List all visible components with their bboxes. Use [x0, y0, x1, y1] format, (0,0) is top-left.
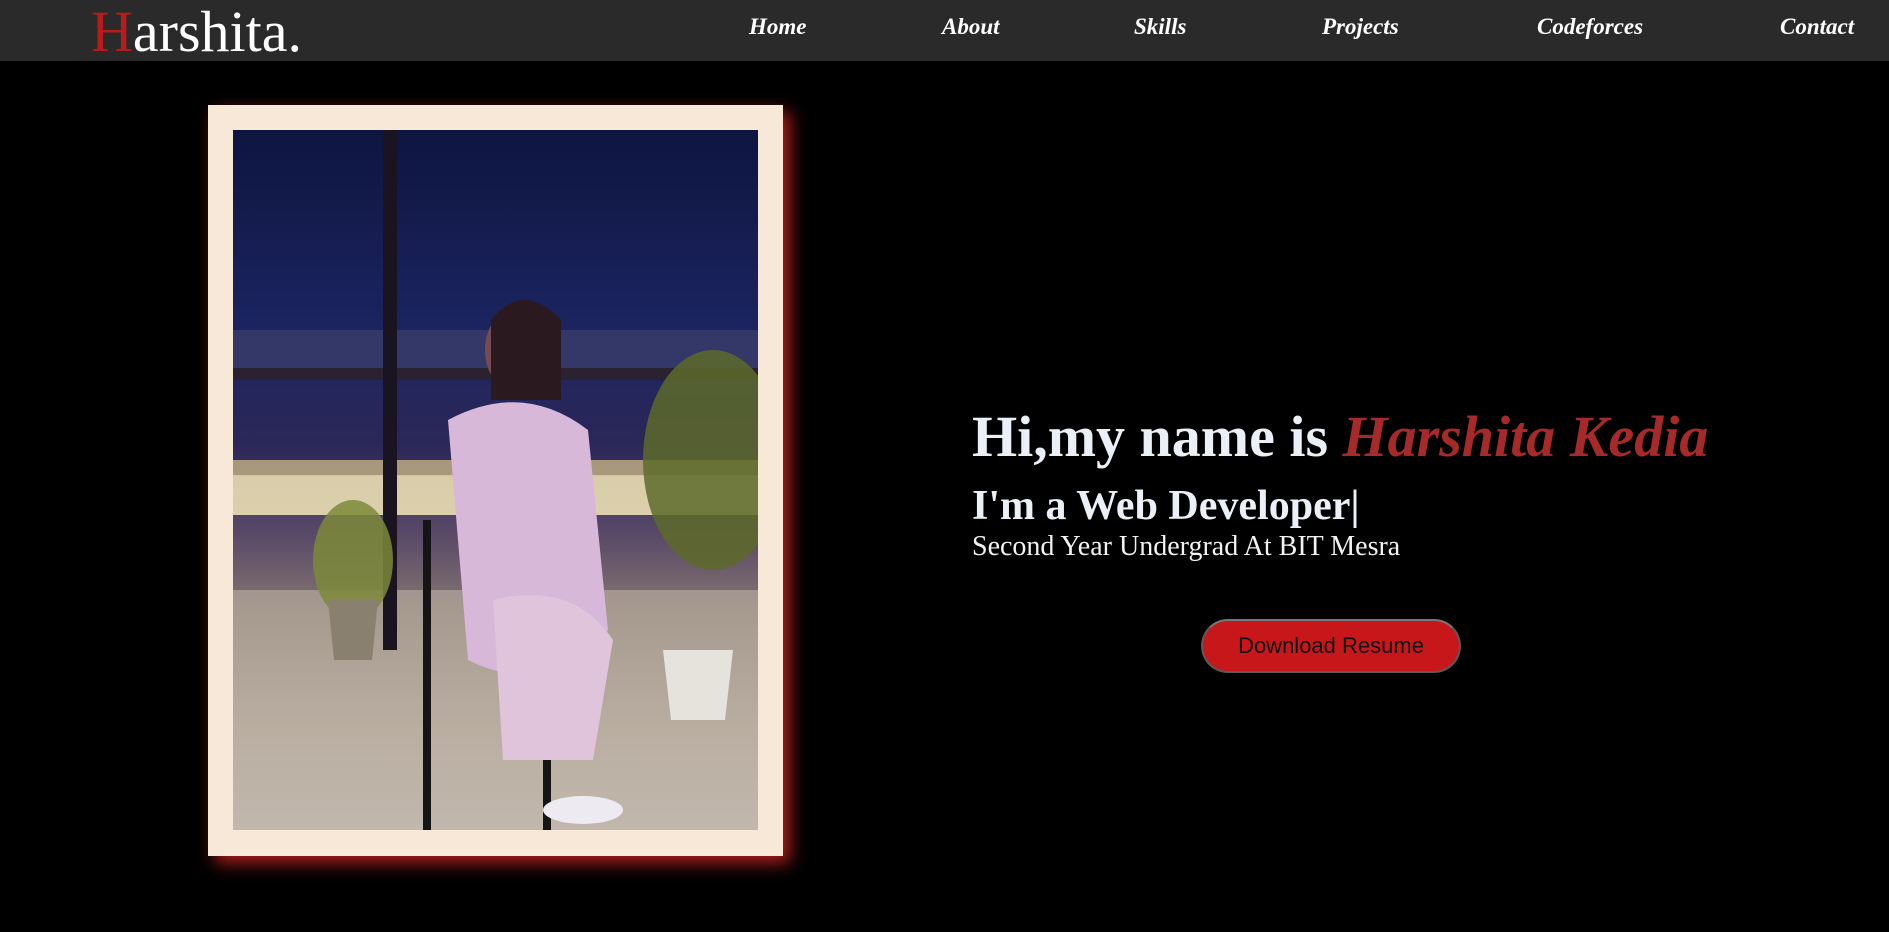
hero-intro: Hi,my name is Harshita Kedia I'm a Web D…: [972, 402, 1832, 564]
nav-projects[interactable]: Projects: [1322, 14, 1399, 40]
profile-photo-frame: [208, 105, 783, 856]
hero-role: I'm a Web Developer|: [972, 483, 1360, 529]
hero-subtitle: Second Year Undergrad At BIT Mesra: [972, 531, 1401, 562]
greeting-prefix: Hi,my name is: [972, 404, 1343, 469]
nav-contact[interactable]: Contact: [1780, 14, 1854, 40]
nav-codeforces[interactable]: Codeforces: [1537, 14, 1643, 40]
nav-about[interactable]: About: [942, 14, 1000, 40]
nav-links: Home About Skills Projects Codeforces Co…: [0, 0, 1889, 61]
profile-photo: [233, 130, 758, 830]
nav-home[interactable]: Home: [749, 14, 807, 40]
profile-photo-illustration: [233, 130, 758, 830]
nav-skills[interactable]: Skills: [1134, 14, 1186, 40]
hero-greeting: Hi,my name is Harshita Kedia: [972, 402, 1832, 472]
hero-name: Harshita Kedia: [1342, 404, 1709, 469]
navbar: Harshita. Home About Skills Projects Cod…: [0, 0, 1889, 64]
download-resume-button[interactable]: Download Resume: [1201, 619, 1461, 673]
